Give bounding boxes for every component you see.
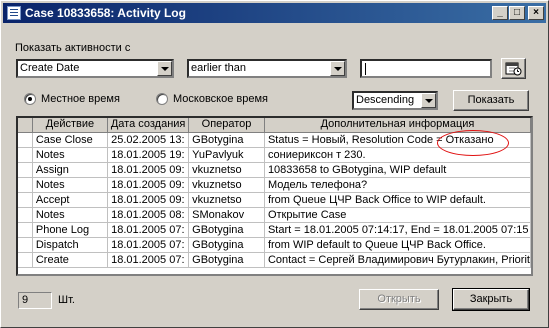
column-header-info[interactable]: Дополнительная информация	[264, 118, 531, 133]
sort-order-value: Descending	[356, 94, 415, 106]
table-row[interactable]: Notes 18.01.2005 08: SMonakov Открытие Case	[18, 207, 531, 223]
cell-created: 18.01.2005 08:	[107, 207, 190, 223]
local-time-label[interactable]: Местное время	[41, 93, 120, 105]
cell-operator: vkuznetso	[188, 177, 265, 193]
cell-action: Create	[32, 252, 109, 268]
calendar-button[interactable]	[501, 58, 526, 79]
cell-operator: GBotygina	[188, 237, 265, 253]
table-header-row: Действие Дата создания Оператор Дополнит…	[18, 118, 531, 133]
column-header-action[interactable]: Действие	[32, 118, 109, 133]
cell-action: Notes	[32, 147, 109, 163]
show-button[interactable]: Показать	[453, 90, 529, 111]
cell-operator: GBotygina	[188, 132, 265, 148]
maximize-button[interactable]: □	[509, 6, 525, 20]
cell-created: 18.01.2005 07:	[107, 252, 190, 268]
cell-created: 18.01.2005 19:	[107, 147, 190, 163]
cell-info: Contact = Сергей Владимирович Бутурлакин…	[264, 252, 531, 268]
row-selector[interactable]	[18, 162, 33, 178]
column-header-created[interactable]: Дата создания	[107, 118, 190, 133]
cell-action: Notes	[32, 177, 109, 193]
row-selector[interactable]	[18, 207, 33, 223]
row-selector[interactable]	[18, 237, 33, 253]
cell-created: 18.01.2005 09:	[107, 177, 190, 193]
cell-info: Start = 18.01.2005 07:14:17, End = 18.01…	[264, 222, 531, 238]
row-selector[interactable]	[18, 132, 33, 148]
date-input[interactable]	[360, 59, 492, 78]
cell-action: Assign	[32, 162, 109, 178]
record-count: 9	[18, 292, 52, 309]
filter-section-label: Показать активности с	[15, 42, 131, 54]
cell-operator: GBotygina	[188, 222, 265, 238]
row-selector[interactable]	[18, 147, 33, 163]
dropdown-arrow-icon[interactable]	[157, 61, 172, 76]
dropdown-arrow-icon[interactable]	[421, 93, 436, 108]
row-selector-header	[18, 118, 33, 133]
cell-action: Notes	[32, 207, 109, 223]
close-button[interactable]: Закрыть	[452, 288, 530, 311]
table-row[interactable]: Accept 18.01.2005 09: vkuznetso from Queue …	[18, 192, 531, 208]
table-row[interactable]: Phone Log 18.01.2005 07: GBotygina Start = …	[18, 222, 531, 238]
row-selector[interactable]	[18, 192, 33, 208]
cell-info: from Queue ЦЧР Back Office to WIP defaul…	[264, 192, 531, 208]
dropdown-arrow-icon[interactable]	[330, 61, 345, 76]
activity-grid[interactable]: Действие Дата создания Оператор Дополнит…	[16, 116, 533, 276]
operator-select-value: earlier than	[191, 62, 247, 74]
calendar-icon	[505, 62, 522, 76]
cell-info: Модель телефона?	[264, 177, 531, 193]
local-time-radio[interactable]	[24, 93, 36, 105]
cell-operator: vkuznetso	[188, 192, 265, 208]
minimize-button[interactable]: _	[492, 6, 508, 20]
moscow-time-label[interactable]: Московское время	[173, 93, 268, 105]
cell-created: 18.01.2005 09:	[107, 162, 190, 178]
cell-operator: SMonakov	[188, 207, 265, 223]
annotation-circle	[437, 130, 509, 156]
cell-info: from WIP default to Queue ЦЧР Back Offic…	[264, 237, 531, 253]
cell-action: Dispatch	[32, 237, 109, 253]
table-row[interactable]: Notes 18.01.2005 09: vkuznetso Модель телеф…	[18, 177, 531, 193]
close-window-button[interactable]: ×	[528, 6, 544, 20]
cell-action: Accept	[32, 192, 109, 208]
cell-info: 10833658 to GBotygina, WIP default	[264, 162, 531, 178]
column-header-operator[interactable]: Оператор	[188, 118, 265, 133]
field-select-value: Create Date	[20, 62, 80, 74]
cell-created: 25.02.2005 13:	[107, 132, 190, 148]
sort-order-select[interactable]: Descending	[352, 91, 438, 110]
cell-operator: GBotygina	[188, 252, 265, 268]
app-list-icon	[7, 6, 21, 20]
cell-info: Открытие Case	[264, 207, 531, 223]
field-select[interactable]: Create Date	[16, 59, 174, 78]
row-selector[interactable]	[18, 177, 33, 193]
title-bar[interactable]: Case 10833658: Activity Log _ □ ×	[3, 3, 546, 23]
row-selector[interactable]	[18, 252, 33, 268]
cell-created: 18.01.2005 09:	[107, 192, 190, 208]
cell-action: Case Close	[32, 132, 109, 148]
activity-log-window: Case 10833658: Activity Log _ □ × Показа…	[0, 0, 549, 328]
cell-action: Phone Log	[32, 222, 109, 238]
cell-operator: YuPavlyuk	[188, 147, 265, 163]
record-count-unit: Шт.	[58, 294, 75, 306]
text-caret	[365, 63, 366, 75]
row-selector[interactable]	[18, 222, 33, 238]
operator-select[interactable]: earlier than	[187, 59, 347, 78]
open-button[interactable]: Открыть	[359, 289, 439, 310]
cell-created: 18.01.2005 07:	[107, 237, 190, 253]
moscow-time-radio[interactable]	[156, 93, 168, 105]
window-title: Case 10833658: Activity Log	[25, 6, 186, 20]
cell-operator: vkuznetso	[188, 162, 265, 178]
cell-created: 18.01.2005 07:	[107, 222, 190, 238]
table-row[interactable]: Assign 18.01.2005 09: vkuznetso 10833658 to…	[18, 162, 531, 178]
table-row[interactable]: Create 18.01.2005 07: GBotygina Contact = С…	[18, 252, 531, 268]
table-row[interactable]: Dispatch 18.01.2005 07: GBotygina from WIP …	[18, 237, 531, 253]
